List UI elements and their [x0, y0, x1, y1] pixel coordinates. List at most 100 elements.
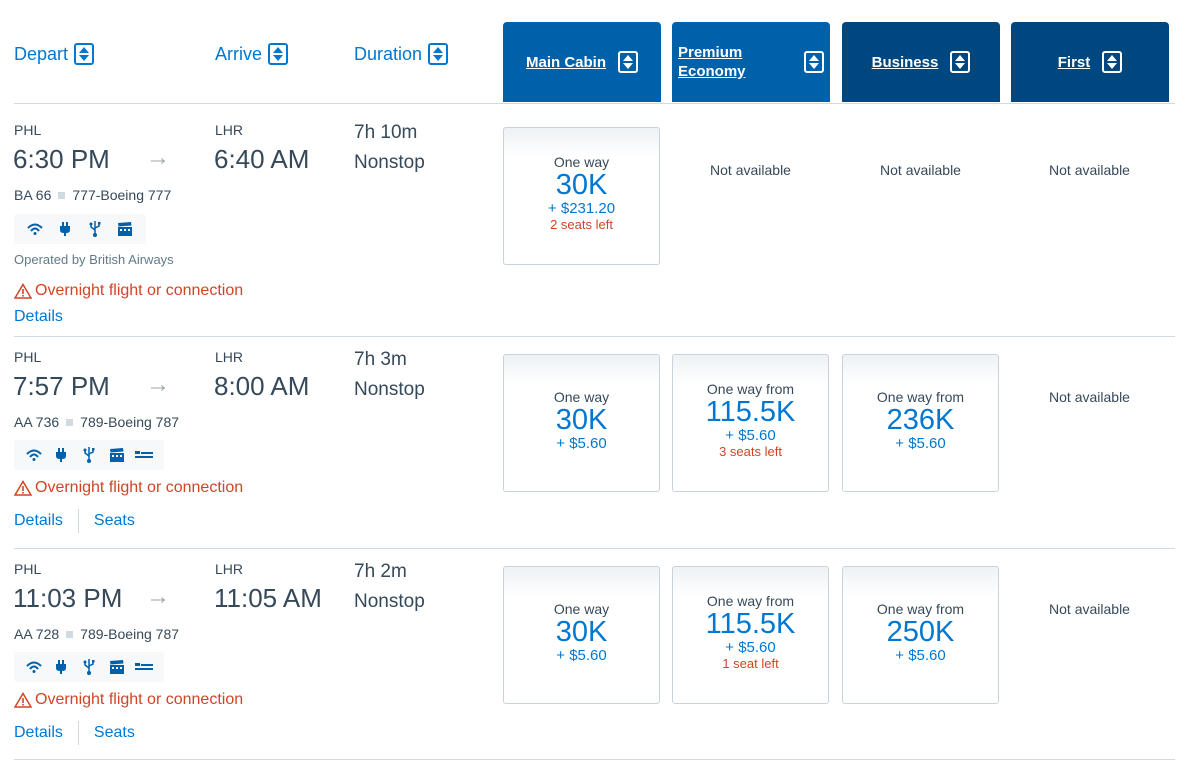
sort-icon: [618, 51, 638, 73]
lie-flat-seat-icon: [130, 450, 158, 460]
details-link[interactable]: Details: [14, 308, 63, 326]
fare-card-business[interactable]: One way from 236K + $5.60: [842, 354, 999, 492]
fare-label: One way from: [706, 381, 795, 397]
sort-icon: [74, 43, 95, 65]
arrive-time: 8:00 AM: [214, 371, 310, 401]
origin-code: PHL: [14, 349, 42, 365]
fare-miles: 30K: [555, 169, 608, 201]
depart-time: 7:57 PM: [13, 371, 110, 401]
flight-info: AA 728 789-Boeing 787: [14, 626, 179, 642]
overnight-warning: Overnight flight or connection: [14, 691, 243, 709]
amenities-bar[interactable]: [14, 652, 164, 682]
depart-time: 11:03 PM: [13, 583, 123, 613]
details-link[interactable]: Details: [14, 724, 63, 742]
flight-info: BA 66 777-Boeing 777: [14, 187, 171, 203]
tab-business[interactable]: Business: [842, 22, 1000, 102]
operated-by: Operated by British Airways: [14, 252, 174, 267]
fare-fee: + $5.60: [725, 639, 776, 656]
fare-card-business[interactable]: One way from 250K + $5.60: [842, 566, 999, 704]
sort-depart-button[interactable]: Depart: [14, 43, 95, 65]
fare-label: One way from: [876, 600, 965, 617]
fare-not-available: Not available: [1049, 389, 1130, 405]
power-icon: [48, 660, 76, 674]
entertainment-icon: [103, 448, 131, 462]
results-header: Depart Arrive Duration Main Cabin Premiu…: [0, 0, 1200, 104]
usb-icon: [75, 447, 103, 463]
entertainment-icon: [110, 222, 140, 236]
flight-row: PHL 11:03 PM → LHR 11:05 AM 7h 2m Nonsto…: [0, 549, 1200, 759]
seats-left: 2 seats left: [550, 217, 613, 232]
overnight-warning: Overnight flight or connection: [14, 282, 243, 300]
arrive-time: 11:05 AM: [214, 583, 322, 613]
separator-square: [58, 191, 66, 199]
flight-number: BA 66: [14, 187, 52, 203]
fare-fee: + $5.60: [556, 646, 607, 664]
sort-icon: [268, 43, 289, 65]
origin-code: PHL: [14, 561, 42, 577]
sort-duration-label: Duration: [354, 43, 423, 64]
sort-arrive-button[interactable]: Arrive: [215, 43, 289, 65]
tab-premium-line2: Economy: [678, 63, 746, 80]
amenities-bar[interactable]: [14, 214, 146, 244]
tab-premium-line1: Premium: [678, 44, 743, 61]
depart-time: 6:30 PM: [13, 144, 110, 174]
wifi-icon: [20, 661, 48, 673]
fare-label: One way from: [876, 388, 965, 405]
duration: 7h 3m: [354, 349, 407, 370]
warning-icon: [14, 692, 32, 708]
duration: 7h 10m: [354, 122, 418, 143]
fare-miles: 236K: [886, 403, 955, 436]
wifi-icon: [20, 449, 48, 461]
seats-link[interactable]: Seats: [94, 724, 135, 742]
fare-miles: 30K: [555, 403, 608, 436]
link-separator: [77, 509, 79, 533]
fare-fee: + $5.60: [895, 646, 946, 664]
arrow-right-icon: →: [146, 583, 170, 610]
flight-links: Details: [14, 308, 63, 326]
tab-business-label: Business: [871, 53, 939, 71]
fare-miles: 250K: [886, 615, 955, 648]
amenities-bar[interactable]: [14, 440, 164, 470]
fare-fee: + $5.60: [556, 434, 607, 452]
fare-miles: 30K: [555, 615, 608, 648]
sort-depart-label: Depart: [14, 43, 69, 64]
fare-card-main-cabin[interactable]: One way 30K + $5.60: [503, 566, 660, 704]
tab-main-cabin[interactable]: Main Cabin: [503, 22, 661, 102]
sort-icon: [950, 51, 971, 73]
fare-not-available: Not available: [880, 162, 961, 178]
fare-card-main-cabin[interactable]: One way 30K + $5.60: [503, 354, 660, 492]
aircraft: 789-Boeing 787: [80, 414, 180, 430]
link-separator: [77, 721, 79, 745]
stops: Nonstop: [354, 379, 425, 400]
fare-fee: + $231.20: [547, 200, 616, 217]
warning-icon: [14, 480, 32, 496]
flight-links: Details Seats: [14, 721, 135, 745]
separator-square: [66, 630, 74, 638]
warning-text: Overnight flight or connection: [35, 479, 244, 496]
fare-fee: + $5.60: [725, 427, 776, 444]
flight-number: AA 736: [14, 414, 60, 430]
fare-card-premium-economy[interactable]: One way from 115.5K + $5.60 3 seats left: [672, 354, 829, 492]
tab-first-label: First: [1057, 53, 1091, 71]
sort-duration-button[interactable]: Duration: [354, 43, 449, 65]
aircraft: 777-Boeing 777: [72, 187, 172, 203]
origin-code: PHL: [14, 122, 42, 138]
details-link[interactable]: Details: [14, 512, 63, 530]
flight-info: AA 736 789-Boeing 787: [14, 414, 179, 430]
tab-main-cabin-label: Main Cabin: [525, 53, 606, 71]
fare-not-available: Not available: [1049, 162, 1130, 178]
seats-left: 3 seats left: [719, 444, 782, 459]
tab-premium-economy[interactable]: Premium Economy: [672, 22, 830, 102]
usb-icon: [75, 659, 103, 675]
fare-card-main-cabin[interactable]: One way 30K + $231.20 2 seats left: [503, 127, 660, 265]
sort-icon: [428, 43, 449, 65]
flight-row: PHL 7:57 PM → LHR 8:00 AM 7h 3m Nonstop …: [0, 337, 1200, 547]
power-icon: [50, 222, 80, 236]
warning-text: Overnight flight or connection: [35, 282, 244, 299]
tab-first[interactable]: First: [1011, 22, 1169, 102]
flight-links: Details Seats: [14, 509, 135, 533]
seats-link[interactable]: Seats: [94, 512, 135, 530]
warning-icon: [14, 283, 32, 299]
fare-card-premium-economy[interactable]: One way from 115.5K + $5.60 1 seat left: [672, 566, 829, 704]
stops: Nonstop: [354, 591, 425, 612]
